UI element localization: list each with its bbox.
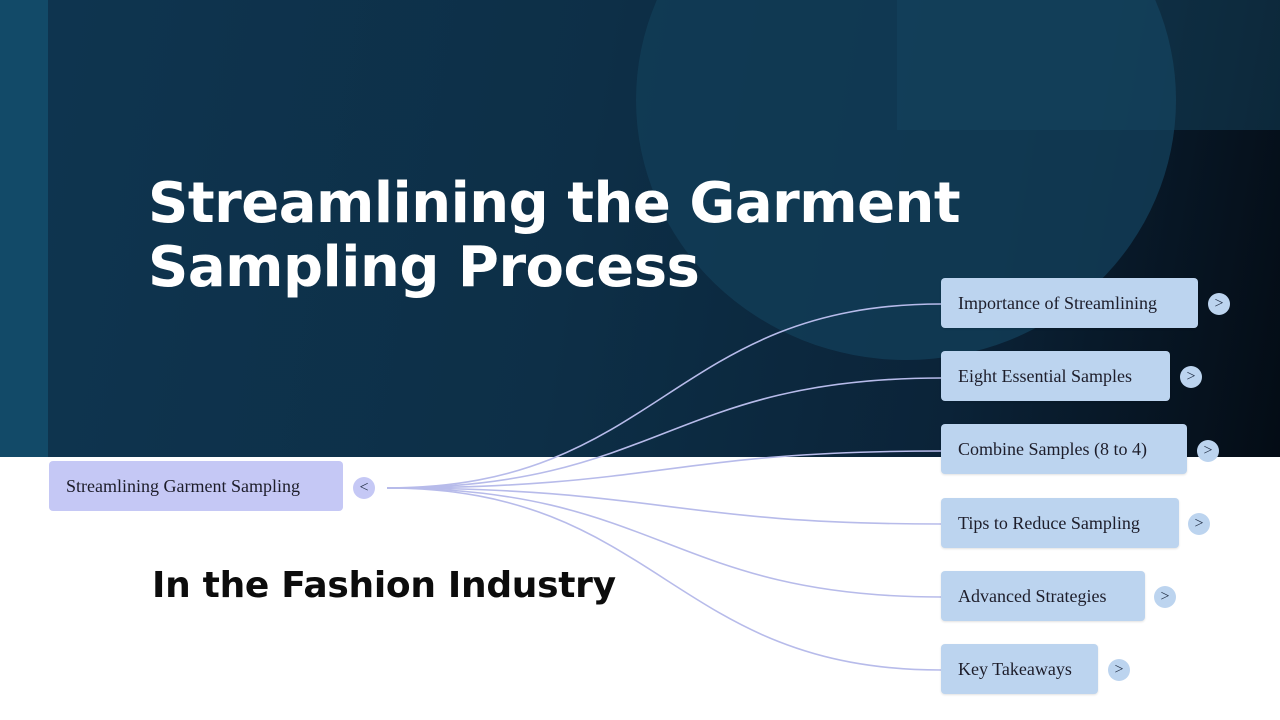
slide-subtitle: In the Fashion Industry bbox=[152, 565, 616, 606]
mindmap-node-combine-samples[interactable]: Combine Samples (8 to 4) bbox=[941, 424, 1187, 474]
mindmap-node-advanced-strategies[interactable]: Advanced Strategies bbox=[941, 571, 1145, 621]
expand-toggle-icon[interactable]: > bbox=[1180, 366, 1202, 388]
collapse-toggle-icon[interactable]: < bbox=[353, 477, 375, 499]
mindmap-node-tips-to-reduce-sampling[interactable]: Tips to Reduce Sampling bbox=[941, 498, 1179, 548]
expand-toggle-icon[interactable]: > bbox=[1108, 659, 1130, 681]
mindmap-root-node[interactable]: Streamlining Garment Sampling bbox=[49, 461, 343, 511]
expand-toggle-icon[interactable]: > bbox=[1197, 440, 1219, 462]
expand-toggle-icon[interactable]: > bbox=[1188, 513, 1210, 535]
connector-tips-to-reduce-sampling bbox=[386, 487, 942, 525]
expand-toggle-icon[interactable]: > bbox=[1154, 586, 1176, 608]
background-panel-decoration bbox=[897, 0, 1280, 130]
mindmap-node-key-takeaways[interactable]: Key Takeaways bbox=[941, 644, 1098, 694]
expand-toggle-icon[interactable]: > bbox=[1208, 293, 1230, 315]
mindmap-node-eight-essential-samples[interactable]: Eight Essential Samples bbox=[941, 351, 1170, 401]
background-left-strip bbox=[0, 0, 48, 457]
mindmap-node-importance-of-streamlining[interactable]: Importance of Streamlining bbox=[941, 278, 1198, 328]
